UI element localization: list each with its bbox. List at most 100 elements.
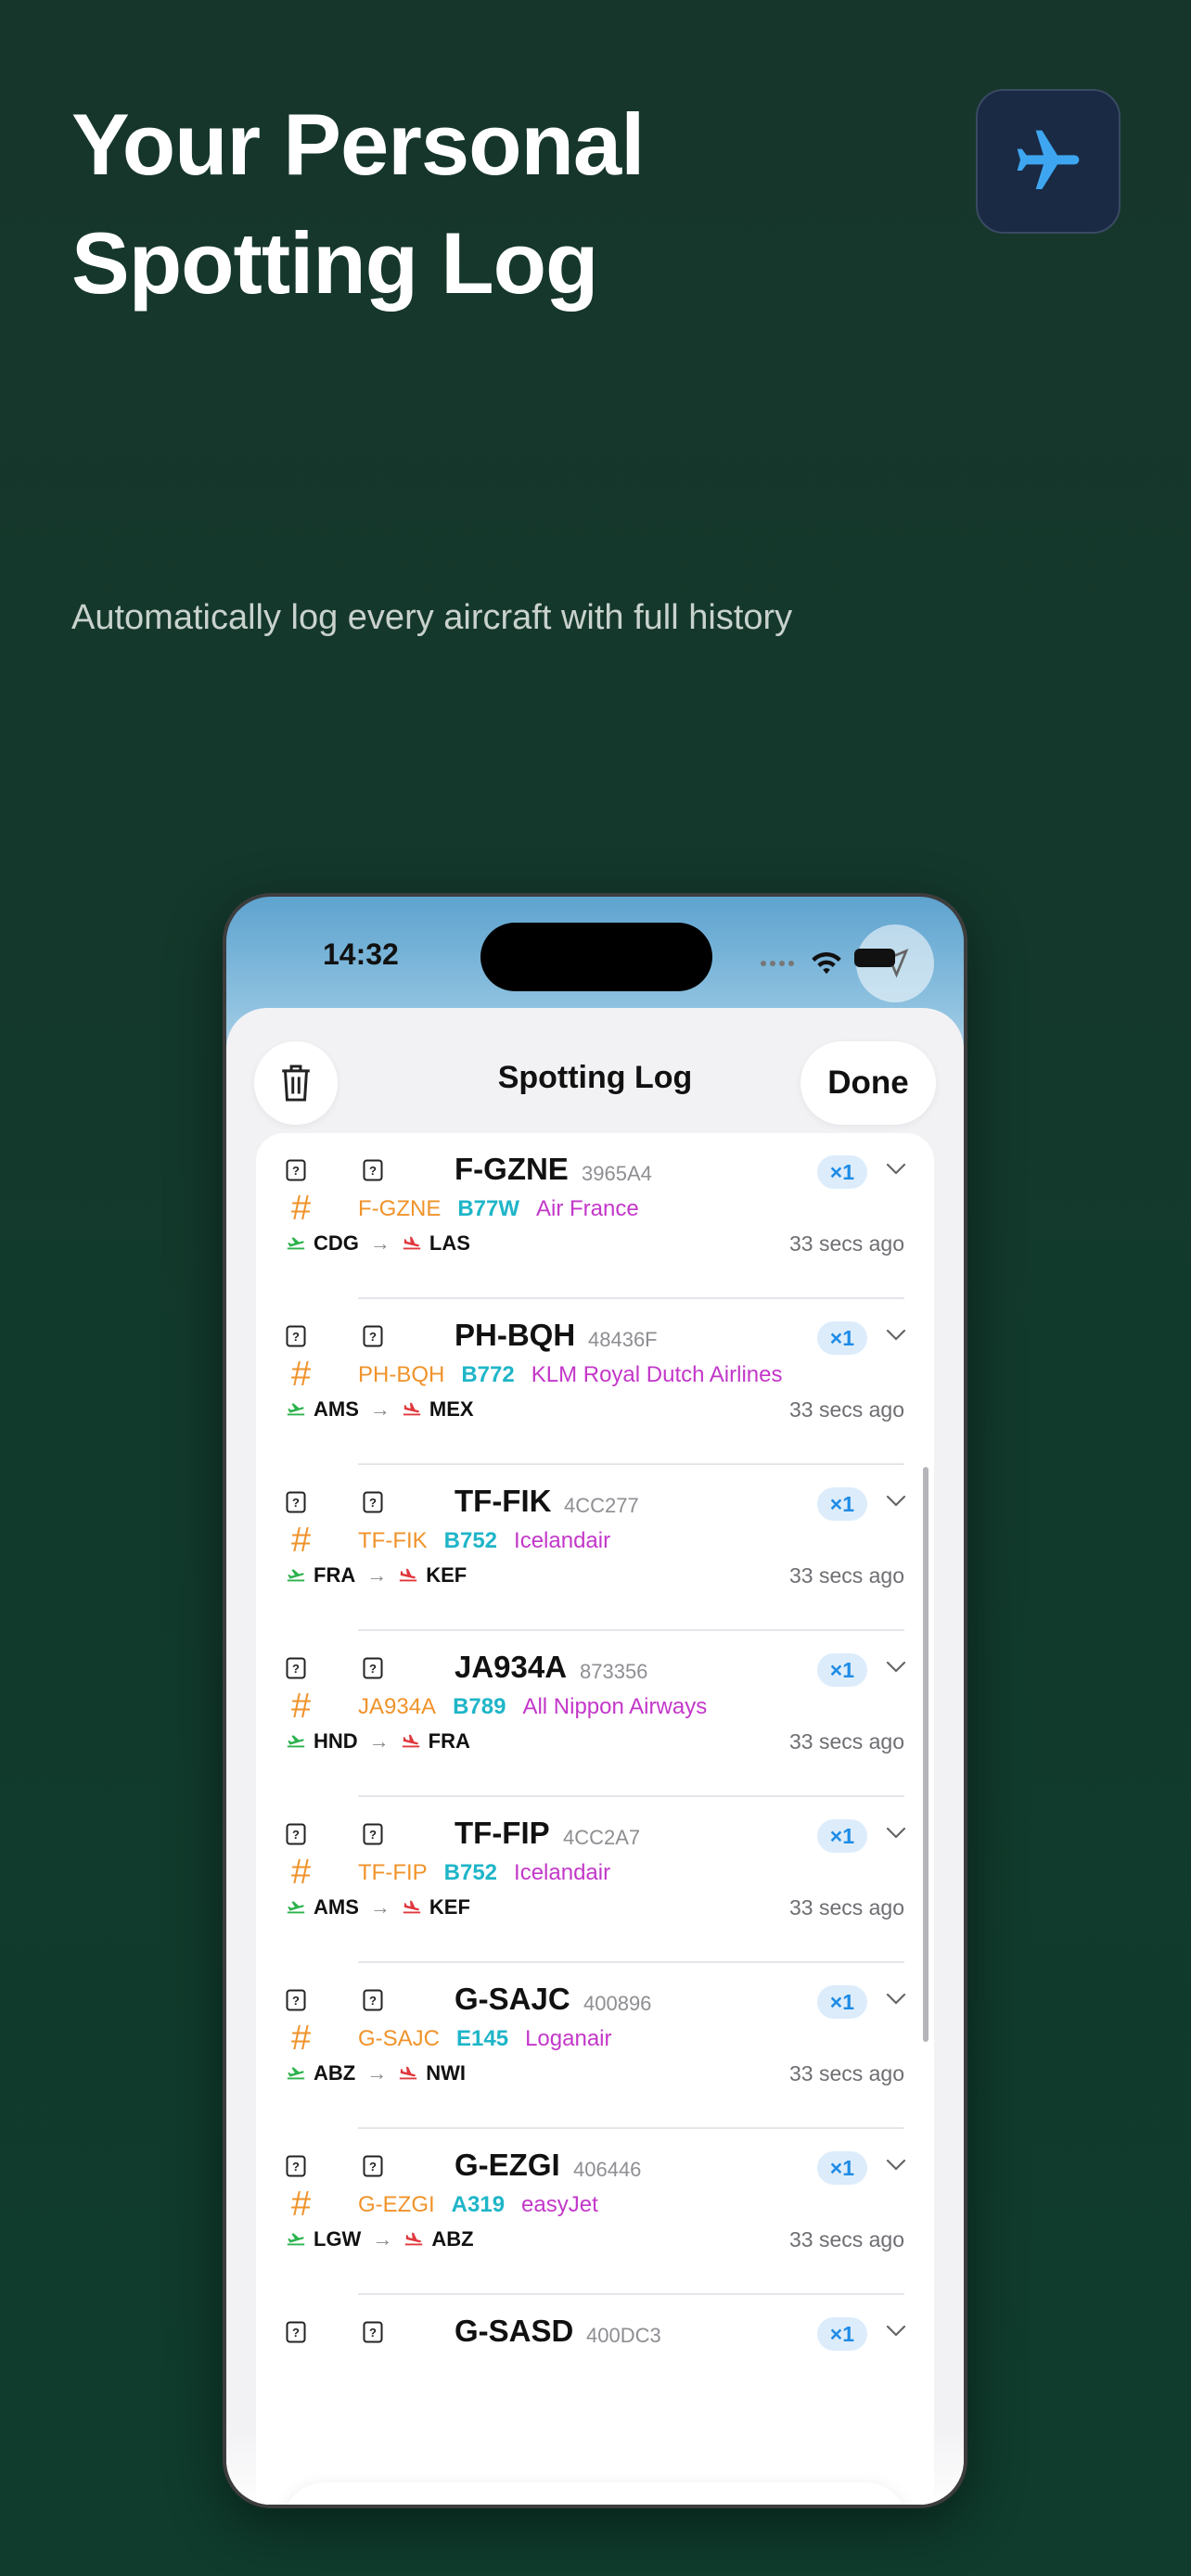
- unknown-flag-icon: ?: [363, 2155, 383, 2177]
- airline: Air France: [536, 1196, 639, 1221]
- registration: PH-BQH: [455, 1318, 576, 1352]
- done-button[interactable]: Done: [800, 1041, 936, 1125]
- flight-info: JA934A B789 All Nippon Airways: [358, 1694, 707, 1720]
- log-row[interactable]: ?? TF-FIK 4CC277 ×1 # TF-FIK B752 Icelandair FRA…: [256, 1465, 934, 1631]
- unknown-flag-icon: ?: [363, 1989, 383, 2011]
- departure-icon: [286, 1231, 306, 1256]
- expand-button[interactable]: [886, 1495, 906, 1512]
- route-arrow-icon: →: [369, 1231, 391, 1255]
- log-row[interactable]: ?? F-GZNE 3965A4 ×1 # F-GZNE B77W Air France CDG…: [256, 1133, 934, 1299]
- wifi-icon: [812, 952, 841, 975]
- hashtag-icon: #: [291, 2185, 312, 2224]
- origin-airport: ABZ: [314, 2061, 356, 2085]
- arrival-icon: [402, 1397, 422, 1422]
- hex-code: 873356: [580, 1660, 648, 1683]
- unknown-photo-icon: ?: [286, 2155, 306, 2177]
- hex-code: 400896: [583, 1992, 652, 2015]
- chevron-down-icon: [886, 1827, 906, 1839]
- log-row[interactable]: ?? TF-FIP 4CC2A7 ×1 # TF-FIP B752 Icelandair AMS…: [256, 1797, 934, 1963]
- aircraft-type: B77W: [457, 1196, 520, 1221]
- arrival-icon: [400, 2066, 417, 2080]
- svg-text:?: ?: [369, 1496, 377, 1510]
- departure-icon: [287, 1403, 305, 1416]
- registration: TF-FIP: [455, 1816, 550, 1850]
- svg-text:?: ?: [369, 2326, 377, 2340]
- aircraft-type: B772: [461, 1362, 515, 1387]
- departure-icon: [286, 1895, 306, 1919]
- expand-button[interactable]: [886, 1329, 906, 1346]
- hex-code: 4CC2A7: [563, 1826, 641, 1849]
- route: AMS → KEF: [286, 1895, 470, 1919]
- chevron-down-icon: [886, 1329, 906, 1341]
- search-bar[interactable]: [282, 2482, 908, 2505]
- registration: JA934A: [455, 1650, 568, 1684]
- aircraft-type: B789: [453, 1694, 506, 1719]
- last-seen: 33 secs ago: [788, 1563, 904, 1588]
- expand-button[interactable]: [886, 1661, 906, 1678]
- log-row[interactable]: ?? G-EZGI 406446 ×1 # G-EZGI A319 easyJet LGW → AB…: [256, 2129, 934, 2295]
- promo-headline: Your Personal Spotting Log: [71, 85, 906, 323]
- chevron-down-icon: [886, 1661, 906, 1673]
- departure-icon: [286, 1729, 306, 1753]
- sighting-count-badge: ×1: [816, 1653, 867, 1687]
- log-list[interactable]: ?? F-GZNE 3965A4 ×1 # F-GZNE B77W Air France CDG…: [256, 1133, 934, 2505]
- svg-text:?: ?: [292, 1994, 300, 2008]
- log-row[interactable]: ?? G-SAJC 400896 ×1 # G-SAJC E145 Loganair ABZ → N…: [256, 1963, 934, 2129]
- departure-icon: [287, 1901, 305, 1914]
- unknown-flag-icon: ?: [363, 1159, 383, 1181]
- origin-airport: AMS: [314, 1895, 359, 1919]
- airplane-icon: [1017, 130, 1080, 189]
- unknown-flag-icon: ?: [363, 1325, 383, 1347]
- departure-icon: [287, 1237, 305, 1250]
- unknown-photo-icon: ?: [286, 1325, 306, 1347]
- unknown-flag-icon: ?: [363, 2321, 383, 2343]
- destination-airport: FRA: [428, 1729, 470, 1753]
- flight-info: TF-FIP B752 Icelandair: [358, 1860, 610, 1886]
- unknown-photo-icon: ?: [286, 1657, 306, 1679]
- last-seen: 33 secs ago: [788, 1895, 904, 1919]
- route: HND → FRA: [286, 1729, 470, 1753]
- expand-button[interactable]: [886, 2159, 906, 2176]
- spotting-log-sheet: Spotting Log Done ?? F-GZNE 3965A4 ×1 # F-GZN…: [226, 1008, 964, 2505]
- aircraft-type: B752: [443, 1528, 498, 1553]
- arrival-icon: [403, 2227, 424, 2251]
- origin-airport: HND: [314, 1729, 358, 1753]
- destination-airport: ABZ: [431, 2227, 474, 2251]
- route-arrow-icon: →: [369, 1895, 391, 1919]
- unknown-photo-icon: ?: [286, 1823, 306, 1845]
- log-row[interactable]: ?? JA934A 873356 ×1 # JA934A B789 All Nippon Ai…: [256, 1631, 934, 1797]
- route: AMS → MEX: [286, 1397, 474, 1422]
- log-row[interactable]: ?? PH-BQH 48436F ×1 # PH-BQH B772 KLM Royal Dut…: [256, 1299, 934, 1465]
- aircraft-type: A319: [451, 2192, 506, 2217]
- expand-button[interactable]: [886, 1163, 906, 1180]
- chevron-down-icon: [886, 1993, 906, 2005]
- svg-text:?: ?: [292, 1330, 300, 1344]
- departure-icon: [287, 1735, 305, 1748]
- app-icon: [976, 89, 1121, 234]
- expand-button[interactable]: [886, 1827, 906, 1844]
- departure-icon: [287, 2233, 305, 2246]
- callsign: PH-BQH: [358, 1362, 445, 1387]
- svg-text:?: ?: [369, 1994, 377, 2008]
- route: CDG → LAS: [286, 1231, 470, 1256]
- headline-line-2: Spotting Log: [71, 214, 598, 312]
- expand-button[interactable]: [886, 2325, 906, 2342]
- arrival-icon: [403, 1236, 421, 1250]
- registration: TF-FIK: [455, 1484, 552, 1518]
- callsign: F-GZNE: [358, 1196, 442, 1221]
- svg-text:?: ?: [292, 1662, 300, 1676]
- promo-subtitle: Automatically log every aircraft with fu…: [71, 598, 793, 637]
- arrival-icon: [403, 1402, 421, 1416]
- aircraft-type: B752: [443, 1860, 498, 1885]
- airline: Icelandair: [514, 1528, 611, 1553]
- unknown-flag-icon: ?: [363, 1491, 383, 1513]
- svg-text:?: ?: [369, 1330, 377, 1344]
- aircraft-type: E145: [456, 2026, 509, 2051]
- flight-info: F-GZNE B77W Air France: [358, 1196, 639, 1222]
- svg-text:?: ?: [369, 1164, 377, 1178]
- last-seen: 33 secs ago: [788, 2061, 904, 2085]
- hashtag-icon: #: [291, 1687, 312, 1726]
- expand-button[interactable]: [886, 1993, 906, 2010]
- callsign: G-EZGI: [358, 2192, 435, 2217]
- destination-airport: KEF: [426, 1563, 467, 1587]
